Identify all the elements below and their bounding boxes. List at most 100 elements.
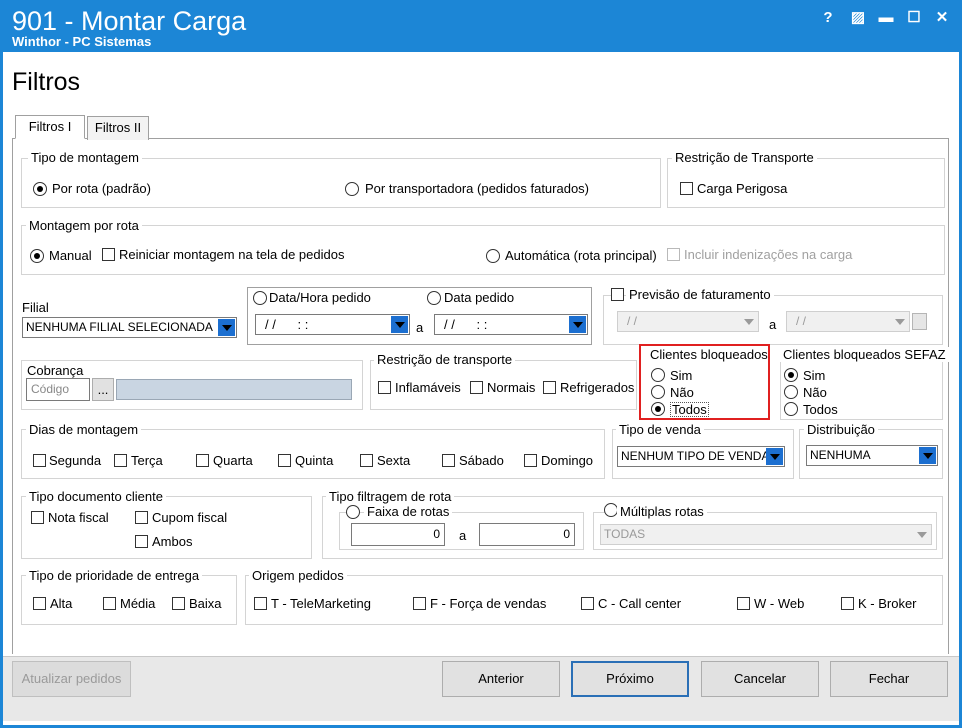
restricao-transporte-top-title: Restrição de Transporte — [672, 150, 817, 165]
tipo-filtragem-title: Tipo filtragem de rota — [326, 489, 455, 504]
reiniciar-checkbox[interactable] — [102, 248, 115, 261]
faixa-to-input[interactable]: 0 — [479, 523, 575, 546]
data-hora-radio[interactable] — [253, 291, 267, 305]
distribuicao-select[interactable]: NENHUMA — [806, 445, 938, 466]
previsao-to-field[interactable]: / / — [786, 311, 910, 332]
telemarketing-checkbox[interactable] — [254, 597, 267, 610]
cupom-fiscal-label: Cupom fiscal — [152, 510, 228, 525]
refrigerados-checkbox[interactable] — [543, 381, 556, 394]
cobranca-description-field — [116, 379, 352, 400]
chevron-down-icon — [740, 313, 757, 330]
carga-perigosa-checkbox[interactable] — [680, 182, 693, 195]
por-transportadora-radio[interactable] — [345, 182, 359, 196]
ambos-checkbox[interactable] — [135, 535, 148, 548]
broker-label: K - Broker — [858, 596, 917, 611]
tipo-venda-select[interactable]: NENHUM TIPO DE VENDA — [617, 446, 785, 467]
call-center-checkbox[interactable] — [581, 597, 594, 610]
cobranca-codigo-input[interactable]: Código — [26, 378, 90, 401]
cobranca-search-button[interactable]: ... — [92, 378, 114, 401]
quarta-label: Quarta — [213, 453, 253, 468]
manual-radio[interactable] — [30, 249, 44, 263]
chevron-down-icon — [766, 448, 783, 465]
manual-label: Manual — [49, 248, 92, 263]
sexta-label: Sexta — [377, 453, 411, 468]
tipo-montagem-title: Tipo de montagem — [28, 150, 142, 165]
alta-label: Alta — [50, 596, 73, 611]
minimize-icon[interactable]: ▬ — [874, 8, 898, 28]
faixa-from-input[interactable]: 0 — [351, 523, 445, 546]
por-rota-radio[interactable] — [33, 182, 47, 196]
clientes-bloqueados-todos-label: Todos — [670, 402, 709, 417]
multiplas-rotas-value: TODAS — [604, 527, 646, 541]
previsao-from-value: / / — [627, 314, 638, 328]
call-center-label: C - Call center — [598, 596, 682, 611]
domingo-checkbox[interactable] — [524, 454, 537, 467]
chevron-down-icon — [569, 316, 586, 333]
date-from-field[interactable]: / / : : — [255, 314, 410, 335]
origem-title: Origem pedidos — [249, 568, 347, 583]
sefaz-sim-radio[interactable] — [784, 368, 798, 382]
sefaz-nao-radio[interactable] — [784, 385, 798, 399]
forca-vendas-checkbox[interactable] — [413, 597, 426, 610]
cancelar-button[interactable]: Cancelar — [701, 661, 819, 697]
clipboard-icon[interactable] — [912, 313, 927, 330]
sexta-checkbox[interactable] — [360, 454, 373, 467]
proximo-button[interactable]: Próximo — [571, 661, 689, 697]
close-icon[interactable]: ✕ — [930, 8, 954, 28]
clientes-bloqueados-nao-radio[interactable] — [651, 385, 665, 399]
client-area: Filtros Filtros I Filtros II Tipo de mon… — [3, 52, 959, 725]
nota-fiscal-checkbox[interactable] — [31, 511, 44, 524]
clientes-bloqueados-todos-radio[interactable] — [651, 402, 665, 416]
fechar-button[interactable]: Fechar — [830, 661, 948, 697]
tipo-documento-title: Tipo documento cliente — [26, 489, 166, 504]
date-to-field[interactable]: / / : : — [434, 314, 588, 335]
filial-select[interactable]: NENHUMA FILIAL SELECIONADA — [22, 317, 237, 338]
maximize-icon[interactable]: ☐ — [902, 8, 926, 28]
normais-checkbox[interactable] — [470, 381, 483, 394]
chevron-down-icon — [218, 319, 235, 336]
quarta-checkbox[interactable] — [196, 454, 209, 467]
segunda-checkbox[interactable] — [33, 454, 46, 467]
incluir-indenizacoes-checkbox[interactable] — [667, 248, 680, 261]
broker-checkbox[interactable] — [841, 597, 854, 610]
filial-label: Filial — [22, 300, 49, 315]
date-to-value: / / : : — [444, 317, 488, 332]
carga-perigosa-label: Carga Perigosa — [697, 181, 788, 196]
sefaz-todos-radio[interactable] — [784, 402, 798, 416]
previsao-to-value: / / — [796, 314, 807, 328]
anterior-button[interactable]: Anterior — [442, 661, 560, 697]
chevron-down-icon — [919, 447, 936, 464]
atualizar-pedidos-button[interactable]: Atualizar pedidos — [12, 661, 131, 697]
automatica-radio[interactable] — [486, 249, 500, 263]
edit-icon[interactable]: ▨ — [846, 8, 870, 28]
media-checkbox[interactable] — [103, 597, 116, 610]
previsao-checkbox[interactable] — [611, 288, 624, 301]
previsao-label: Previsão de faturamento — [626, 287, 774, 302]
clientes-bloqueados-sim-radio[interactable] — [651, 368, 665, 382]
inflamaveis-checkbox[interactable] — [378, 381, 391, 394]
help-icon[interactable]: ? — [816, 8, 840, 28]
data-hora-label: Data/Hora pedido — [269, 290, 371, 305]
cupom-fiscal-checkbox[interactable] — [135, 511, 148, 524]
data-pedido-label: Data pedido — [444, 290, 515, 305]
bottom-button-bar: Atualizar pedidos Anterior Próximo Cance… — [3, 656, 959, 721]
sabado-checkbox[interactable] — [442, 454, 455, 467]
web-checkbox[interactable] — [737, 597, 750, 610]
terca-checkbox[interactable] — [114, 454, 127, 467]
alta-checkbox[interactable] — [33, 597, 46, 610]
quinta-checkbox[interactable] — [278, 454, 291, 467]
data-pedido-radio[interactable] — [427, 291, 441, 305]
tab-filtros-i[interactable]: Filtros I — [15, 115, 85, 139]
multiplas-rotas-radio[interactable] — [604, 503, 618, 517]
multiplas-rotas-select[interactable]: TODAS — [600, 524, 932, 545]
tipo-venda-value: NENHUM TIPO DE VENDA — [621, 449, 770, 463]
dias-montagem-title: Dias de montagem — [26, 422, 142, 437]
tab-filtros-ii[interactable]: Filtros II — [87, 116, 149, 140]
clientes-bloqueados-title: Clientes bloqueados — [650, 347, 768, 362]
distribuicao-value: NENHUMA — [810, 448, 871, 462]
baixa-checkbox[interactable] — [172, 597, 185, 610]
filial-value: NENHUMA FILIAL SELECIONADA — [26, 320, 213, 334]
faixa-rotas-radio[interactable] — [346, 505, 360, 519]
previsao-from-field[interactable]: / / — [617, 311, 759, 332]
sefaz-todos-label: Todos — [803, 402, 838, 417]
